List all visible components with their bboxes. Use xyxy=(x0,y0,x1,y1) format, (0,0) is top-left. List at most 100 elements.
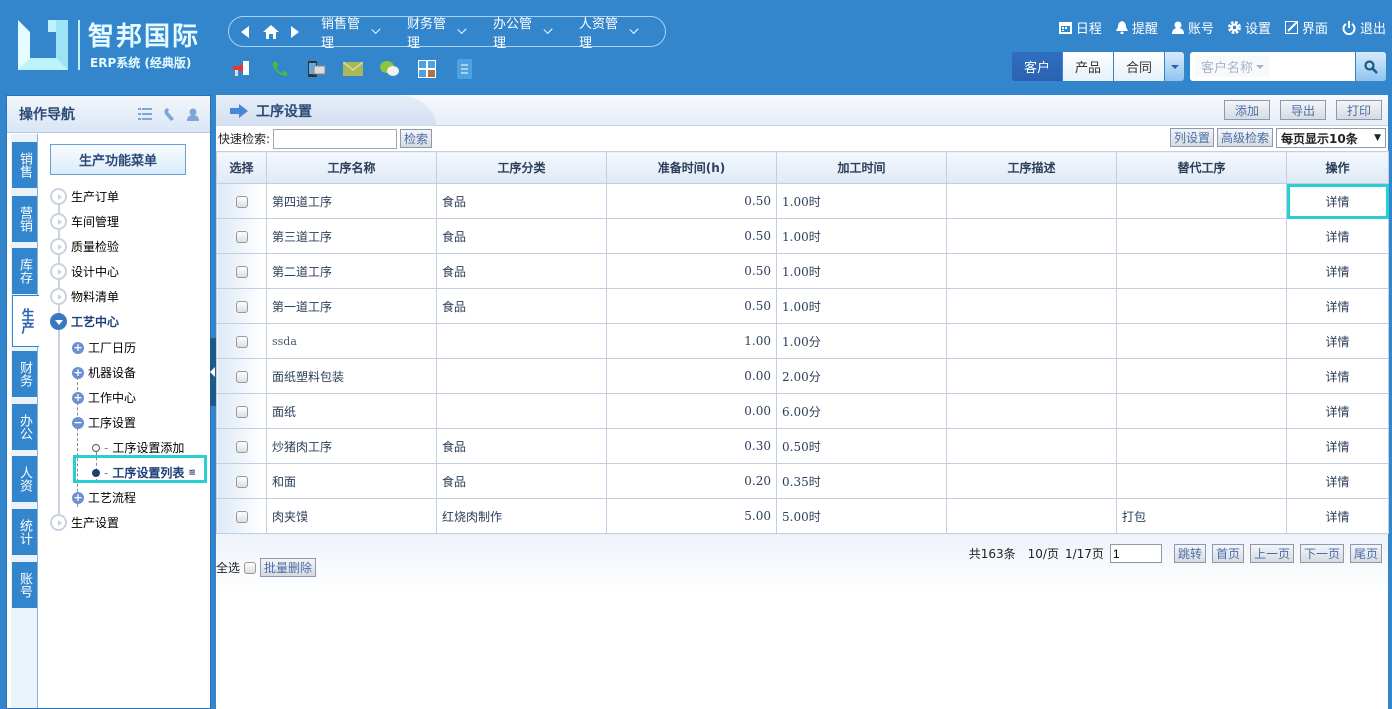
quick-search-button[interactable]: 检索 xyxy=(400,129,433,148)
menu-finance[interactable]: 财务管理 xyxy=(407,13,467,51)
advanced-search-button[interactable]: 高级检索 xyxy=(1216,128,1273,147)
tree-item-workshop[interactable]: 车间管理 xyxy=(50,213,119,230)
detail-link[interactable]: 详情 xyxy=(1286,428,1389,464)
megaphone-icon[interactable] xyxy=(230,58,254,80)
scope-tab-contract[interactable]: 合同 xyxy=(1114,52,1165,81)
sms-icon[interactable] xyxy=(304,58,328,80)
vtab-inventory[interactable]: 库存 xyxy=(12,248,37,294)
cell-prep-time: 0.30 xyxy=(606,428,777,464)
quick-search-input[interactable] xyxy=(273,128,398,149)
phone-icon[interactable] xyxy=(267,58,291,80)
detail-link[interactable]: 详情 xyxy=(1286,218,1389,254)
menu-title-button[interactable]: 生产功能菜单 xyxy=(50,144,186,175)
global-search-input[interactable] xyxy=(1270,52,1355,81)
nav-back-button[interactable] xyxy=(241,25,249,38)
vtab-finance[interactable]: 财务 xyxy=(12,351,37,397)
tree-item-factory-calendar[interactable]: + 工厂日历 xyxy=(72,339,136,356)
toplink-settings[interactable]: 设置 xyxy=(1227,18,1271,37)
vtab-account[interactable]: 账号 xyxy=(12,562,37,608)
detail-link[interactable]: 详情 xyxy=(1286,463,1389,499)
vtab-hr[interactable]: 人资 xyxy=(12,456,37,502)
col-header-category[interactable]: 工序分类 xyxy=(436,151,607,184)
col-header-proc-time[interactable]: 加工时间 xyxy=(776,151,947,184)
tree-item-design[interactable]: 设计中心 xyxy=(50,263,119,280)
search-scope-tabs: 客户 产品 合同 xyxy=(1012,52,1184,81)
row-checkbox[interactable] xyxy=(235,405,248,418)
vtab-sales[interactable]: 销售 xyxy=(12,142,37,188)
row-checkbox[interactable] xyxy=(235,475,248,488)
scope-tab-customer[interactable]: 客户 xyxy=(1012,52,1063,81)
scope-tab-product[interactable]: 产品 xyxy=(1063,52,1114,81)
scope-more-dropdown[interactable] xyxy=(1165,52,1184,81)
tree-item-operation-settings[interactable]: − 工序设置 xyxy=(72,414,136,431)
detail-link[interactable]: 详情 xyxy=(1286,498,1389,534)
detail-link[interactable]: 详情 xyxy=(1286,393,1389,429)
row-checkbox[interactable] xyxy=(235,300,248,313)
mail-icon[interactable] xyxy=(341,58,365,80)
print-button[interactable]: 打印 xyxy=(1336,100,1382,120)
export-button[interactable]: 导出 xyxy=(1280,100,1326,120)
menu-sales[interactable]: 销售管理 xyxy=(321,13,381,51)
search-field-select[interactable]: 客户名称 xyxy=(1195,56,1271,77)
vtab-statistics[interactable]: 统计 xyxy=(12,509,37,555)
detail-link[interactable]: 详情 xyxy=(1286,183,1389,219)
row-checkbox[interactable] xyxy=(235,195,248,208)
tree-item-production-order[interactable]: 生产订单 xyxy=(50,188,119,205)
col-header-prep-time[interactable]: 准备时间(h) xyxy=(606,151,777,184)
nav-forward-button[interactable] xyxy=(291,25,299,38)
search-button[interactable] xyxy=(1355,52,1386,81)
select-all-checkbox[interactable] xyxy=(244,561,257,574)
add-button[interactable]: 添加 xyxy=(1224,100,1270,120)
detail-link[interactable]: 详情 xyxy=(1286,288,1389,324)
tree-item-work-center[interactable]: + 工作中心 xyxy=(72,389,136,406)
column-settings-button[interactable]: 列设置 xyxy=(1169,128,1214,147)
col-header-description[interactable]: 工序描述 xyxy=(946,151,1117,184)
col-header-alternative[interactable]: 替代工序 xyxy=(1116,151,1287,184)
row-checkbox[interactable] xyxy=(235,440,248,453)
row-checkbox[interactable] xyxy=(235,335,248,348)
last-page-button[interactable]: 尾页 xyxy=(1349,544,1382,563)
next-page-button[interactable]: 下一页 xyxy=(1299,544,1344,563)
toplink-reminder[interactable]: 提醒 xyxy=(1115,18,1158,37)
col-header-name[interactable]: 工序名称 xyxy=(266,151,437,184)
detail-link[interactable]: 详情 xyxy=(1286,253,1389,289)
notebook-icon[interactable] xyxy=(452,58,476,80)
wechat-icon[interactable] xyxy=(378,58,402,80)
caret-down-icon xyxy=(1256,64,1265,69)
wrench-icon[interactable] xyxy=(162,107,176,121)
expand-icon xyxy=(50,263,67,280)
row-checkbox[interactable] xyxy=(235,510,248,523)
row-checkbox[interactable] xyxy=(235,370,248,383)
bulk-delete-button[interactable]: 批量删除 xyxy=(260,558,317,577)
vtab-marketing[interactable]: 营销 xyxy=(12,196,37,242)
tree-item-production-settings[interactable]: 生产设置 xyxy=(50,514,119,531)
menu-hr[interactable]: 人资管理 xyxy=(579,13,639,51)
toplink-schedule[interactable]: 日程 xyxy=(1058,18,1102,37)
page-size-select[interactable]: 每页显示10条 ▼ xyxy=(1276,128,1386,148)
row-checkbox[interactable] xyxy=(235,265,248,278)
prev-page-button[interactable]: 上一页 xyxy=(1249,544,1294,563)
toplink-account[interactable]: 账号 xyxy=(1171,18,1214,37)
vtab-production[interactable]: 生产 xyxy=(12,295,39,347)
toplink-logout[interactable]: 退出 xyxy=(1342,18,1386,37)
menu-office[interactable]: 办公管理 xyxy=(493,13,553,51)
jump-button[interactable]: 跳转 xyxy=(1173,544,1206,563)
detail-link[interactable]: 详情 xyxy=(1286,358,1389,394)
detail-link[interactable]: 详情 xyxy=(1286,323,1389,359)
first-page-button[interactable]: 首页 xyxy=(1211,544,1244,563)
nav-home-button[interactable] xyxy=(263,24,279,39)
tree-item-bom[interactable]: 物料清单 xyxy=(50,288,119,305)
tree-item-machines[interactable]: + 机器设备 xyxy=(72,364,136,381)
row-checkbox[interactable] xyxy=(235,230,248,243)
tree-item-operation-add[interactable]: - 工序设置添加 xyxy=(92,439,184,456)
chevron-down-icon xyxy=(543,24,553,35)
page-number-input[interactable] xyxy=(1109,544,1162,563)
tree-item-quality[interactable]: 质量检验 xyxy=(50,238,119,255)
user-icon[interactable] xyxy=(186,107,200,121)
vtab-office[interactable]: 办公 xyxy=(12,404,37,450)
grid-icon[interactable] xyxy=(415,58,439,80)
tree-item-process-center[interactable]: 工艺中心 xyxy=(50,313,119,330)
toplink-interface[interactable]: 界面 xyxy=(1284,18,1328,37)
tree-item-process-flow[interactable]: + 工艺流程 xyxy=(72,489,136,506)
list-icon[interactable] xyxy=(138,107,152,121)
